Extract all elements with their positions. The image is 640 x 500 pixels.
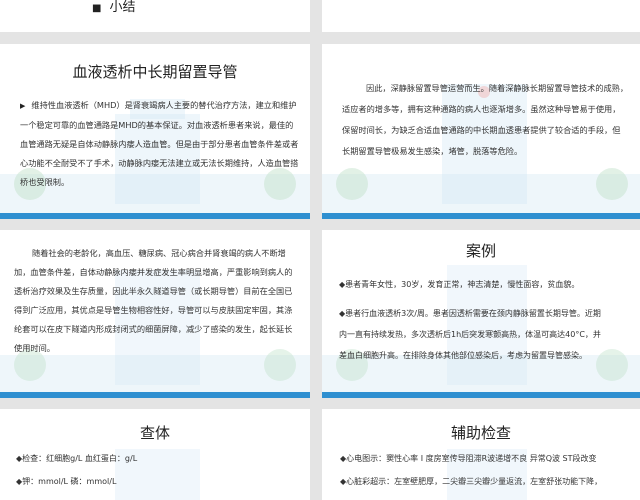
aux-line: ◆心脏彩超示：左室壁肥厚，二尖瓣三尖瓣少量返流，左室舒张功能下降， bbox=[340, 477, 603, 486]
summary-bullet-icon: ■ bbox=[92, 3, 102, 14]
aging-paragraph: 随着社会的老龄化，高血压、糖尿病、冠心病合并肾衰竭的病人不断增加，血管条件差，自… bbox=[14, 248, 293, 353]
slide-hemodialysis-catheter: 血液透析中长期留置导管 ▶ 维持性血液透析（MHD）是肾衰竭病人主要的替代治疗方法… bbox=[0, 44, 310, 219]
bottom-bar bbox=[322, 392, 640, 398]
aux-line: ◆心电图示：窦性心率 I 度房室传导阻滞R波递增不良 异常Q波 ST段改变 bbox=[340, 454, 597, 463]
slide-summary: ■ 小结 bbox=[0, 0, 310, 32]
slide-title: 查体 bbox=[139, 424, 170, 442]
case-lines: ◆患者青年女性，30岁，发育正常，神志清楚，慢性面容，贫血貌。 ◆患者行血液透析… bbox=[339, 274, 601, 366]
slide-title: 辅助检查 bbox=[450, 424, 511, 442]
bottom-bar bbox=[0, 392, 310, 398]
summary-heading: ■ 小结 bbox=[92, 0, 135, 15]
intro-text: 维持性血液透析（MHD）是肾衰竭病人主要的替代治疗方法，建立和维护一个稳定可靠的… bbox=[20, 100, 299, 187]
slide-title: 案例 bbox=[465, 242, 496, 260]
slide-auxiliary-exam: 辅助检查 ◆心电图示：窦性心率 I 度房室传导阻滞R波递增不良 异常Q波 ST段… bbox=[322, 409, 640, 500]
deep-vein-paragraph: 因此，深静脉留置导管运营而生。随着深静脉长期留置导管技术的成熟，适应者的增多等，… bbox=[342, 83, 629, 156]
slide-deep-vein-catheter: 因此，深静脉留置导管运营而生。随着深静脉长期留置导管技术的成熟，适应者的增多等，… bbox=[322, 44, 640, 219]
slide-aging-society: 随着社会的老龄化，高血压、糖尿病、冠心病合并肾衰竭的病人不断增加，血管条件差，自… bbox=[0, 230, 310, 398]
slide-title: 血液透析中长期留置导管 bbox=[72, 63, 238, 81]
bottom-bar bbox=[0, 213, 310, 219]
slide-top-right bbox=[322, 0, 640, 32]
case-line: 差血白细胞升高。在排除身体其他部位感染后，考虑为留置导管感染。 bbox=[339, 351, 587, 360]
case-line: ◆患者行血液透析3次/周。患者因透析需要在颈内静脉留置长期导管。近期 bbox=[339, 309, 601, 318]
case-line: 内一直有持续发热，多次透析后1h后突发寒颤高热，体温可高达40°C，并 bbox=[339, 330, 601, 339]
bottom-bar bbox=[322, 213, 640, 219]
case-line: ◆患者青年女性，30岁，发育正常，神志清楚，慢性面容，贫血貌。 bbox=[339, 280, 580, 289]
exam-line: ◆钾：mmol/L 磷：mmol/L bbox=[16, 477, 117, 486]
summary-title: 小结 bbox=[109, 0, 136, 15]
slide-case: 案例 ◆患者青年女性，30岁，发育正常，神志清楚，慢性面容，贫血貌。 ◆患者行血… bbox=[322, 230, 640, 398]
intro-paragraph: ▶ 维持性血液透析（MHD）是肾衰竭病人主要的替代治疗方法，建立和维护一个稳定可靠… bbox=[20, 96, 300, 192]
aux-lines: ◆心电图示：窦性心率 I 度房室传导阻滞R波递增不良 异常Q波 ST段改变 ◆心… bbox=[340, 447, 602, 493]
slide-physical-exam: 查体 ◆检查：红细胞g/L 血红蛋白：g/L ◆钾：mmol/L 磷：mmol/… bbox=[0, 409, 310, 500]
exam-line: ◆检查：红细胞g/L 血红蛋白：g/L bbox=[16, 454, 138, 463]
arrow-bullet-icon: ▶ bbox=[20, 102, 26, 110]
exam-lines: ◆检查：红细胞g/L 血红蛋白：g/L ◆钾：mmol/L 磷：mmol/L bbox=[16, 447, 137, 493]
